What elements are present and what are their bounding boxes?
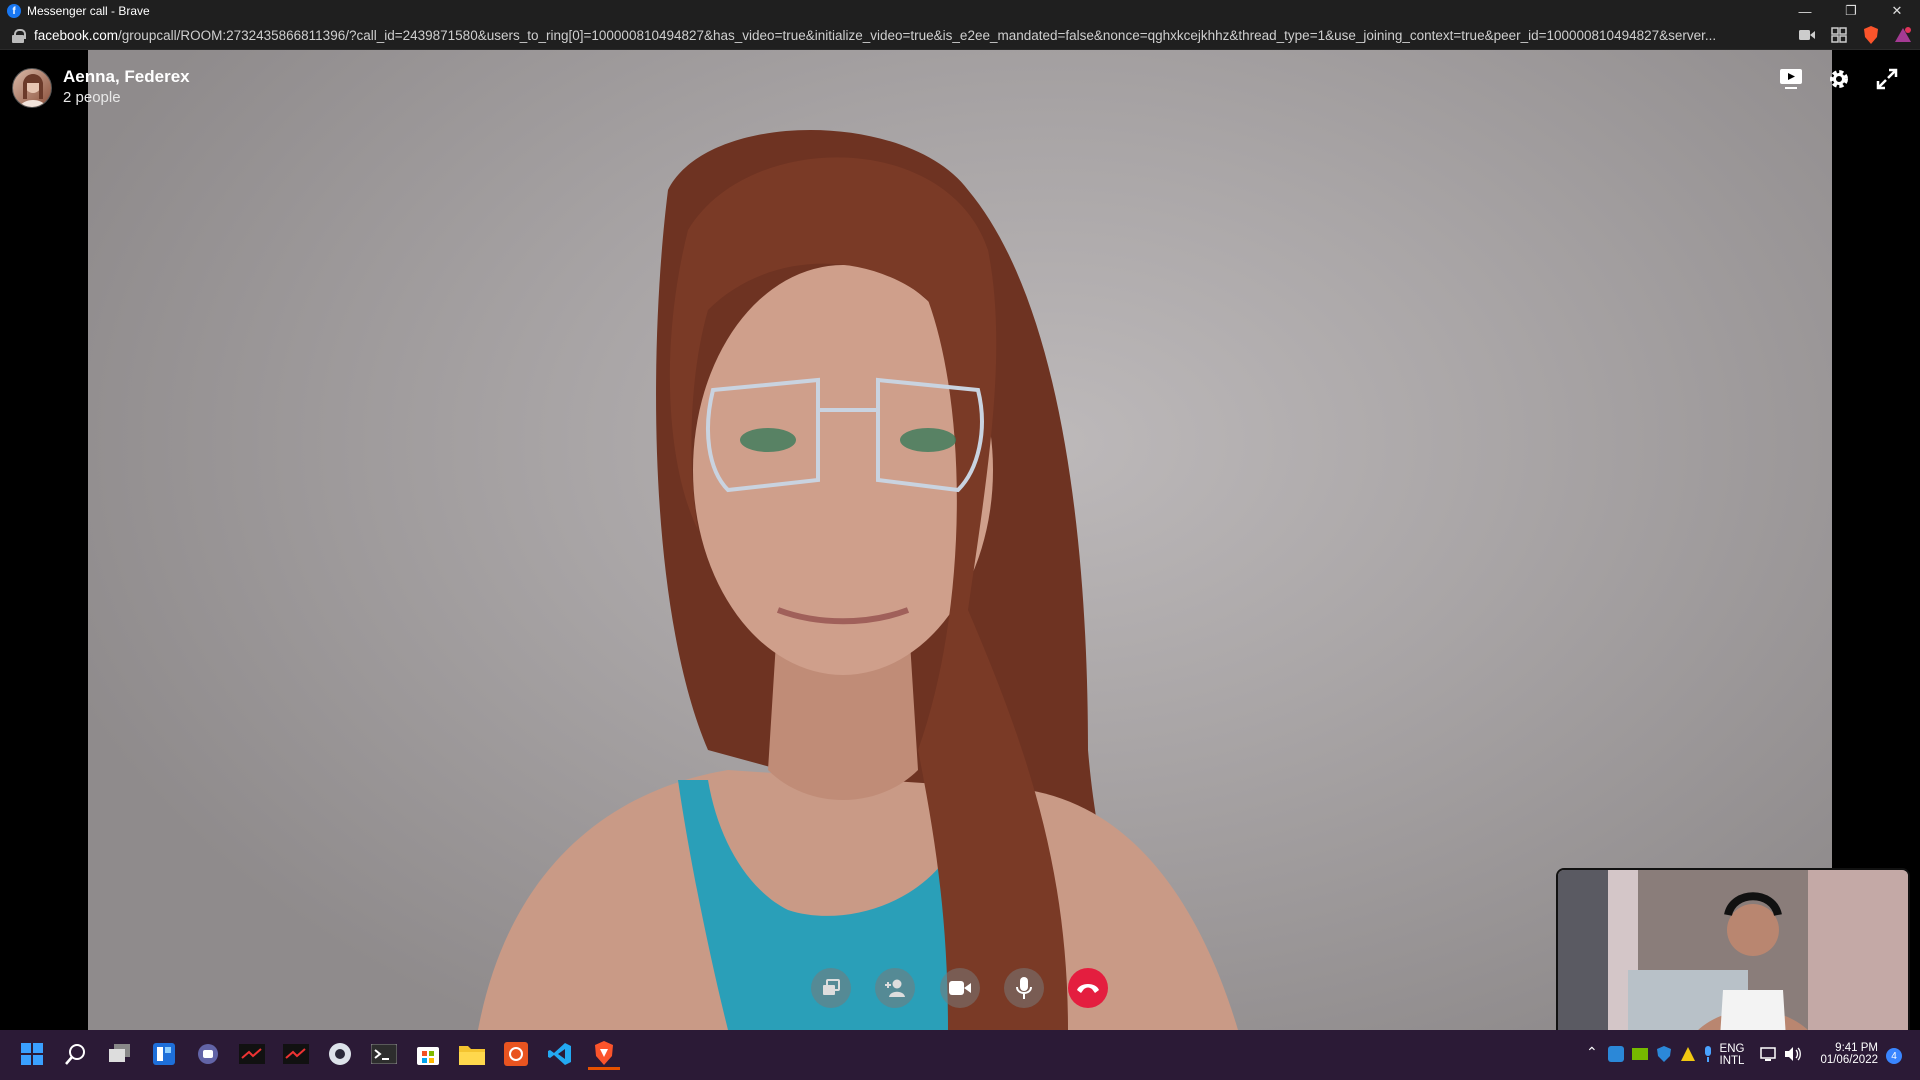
keyboard-layout: INTL [1719,1055,1745,1067]
url-text[interactable]: facebook.com/groupcall/ROOM:273243586681… [34,28,1779,43]
network-app-icon[interactable] [1608,1046,1624,1062]
camera-toggle-button[interactable] [940,968,980,1008]
language-indicator[interactable]: ENG INTL [1718,1043,1746,1067]
add-person-icon [885,979,905,997]
url-host: facebook.com [34,28,119,43]
vscode-icon[interactable] [544,1038,576,1070]
clock[interactable]: 9:41 PM 01/06/2022 [1816,1042,1878,1066]
warning-icon[interactable] [1680,1046,1696,1062]
clock-date: 01/06/2022 [1820,1054,1878,1066]
video-camera-icon [949,981,971,995]
ubuntu-icon[interactable] [500,1038,532,1070]
hang-up-icon [1077,984,1099,993]
chrome-like-icon[interactable] [324,1038,356,1070]
call-area: Aenna, Federex 2 people [0,50,1920,1068]
brave-rewards-icon[interactable] [1894,26,1912,44]
address-bar[interactable]: facebook.com/groupcall/ROOM:273243586681… [0,22,1920,50]
settings-icon[interactable] [1824,64,1854,94]
layers-icon [823,979,840,995]
facebook-icon: f [7,4,21,18]
task-view-icon[interactable] [104,1038,136,1070]
window-title: Messenger call - Brave [27,4,150,18]
camera-icon[interactable] [1798,26,1816,44]
window-titlebar: f Messenger call - Brave — ❐ ✕ [0,0,1920,22]
switch-view-button[interactable] [811,968,851,1008]
notification-badge[interactable]: 4 [1886,1048,1902,1064]
security-icon[interactable] [1656,1046,1672,1062]
teams-chat-icon[interactable] [192,1038,224,1070]
network-icon[interactable] [1760,1046,1776,1062]
terminal-icon[interactable] [368,1038,400,1070]
call-title: Aenna, Federex [63,67,190,86]
nvidia-icon[interactable] [1632,1046,1648,1062]
extensions-icon[interactable] [1830,26,1848,44]
language-code: ENG [1719,1043,1745,1055]
search-icon[interactable] [60,1038,92,1070]
share-screen-icon[interactable] [1776,64,1806,94]
brave-icon[interactable] [588,1038,620,1070]
caller-avatar[interactable] [12,68,52,108]
participant-count: 2 people [63,89,121,106]
widgets-icon[interactable] [148,1038,180,1070]
end-call-button[interactable] [1068,968,1108,1008]
start-icon[interactable] [16,1038,48,1070]
clock-time: 9:41 PM [1835,1042,1878,1054]
volume-icon[interactable] [1784,1046,1801,1062]
microphone-icon [1016,977,1032,999]
tray-overflow-icon[interactable]: ⌃ [1586,1044,1598,1061]
app-terminal-b-icon[interactable] [280,1038,312,1070]
store-icon[interactable] [412,1038,444,1070]
app-terminal-a-icon[interactable] [236,1038,268,1070]
brave-shield-icon[interactable] [1862,26,1880,44]
minimize-button[interactable]: — [1782,0,1828,22]
restore-button[interactable]: ❐ [1828,0,1874,22]
url-path: /groupcall/ROOM:2732435866811396/?call_i… [118,28,1717,43]
add-people-button[interactable] [875,968,915,1008]
lock-icon[interactable] [12,28,26,43]
fullscreen-icon[interactable] [1872,64,1902,94]
file-explorer-icon[interactable] [456,1038,488,1070]
close-button[interactable]: ✕ [1874,0,1920,22]
microphone-tray-icon[interactable] [1702,1046,1718,1062]
mute-button[interactable] [1004,968,1044,1008]
